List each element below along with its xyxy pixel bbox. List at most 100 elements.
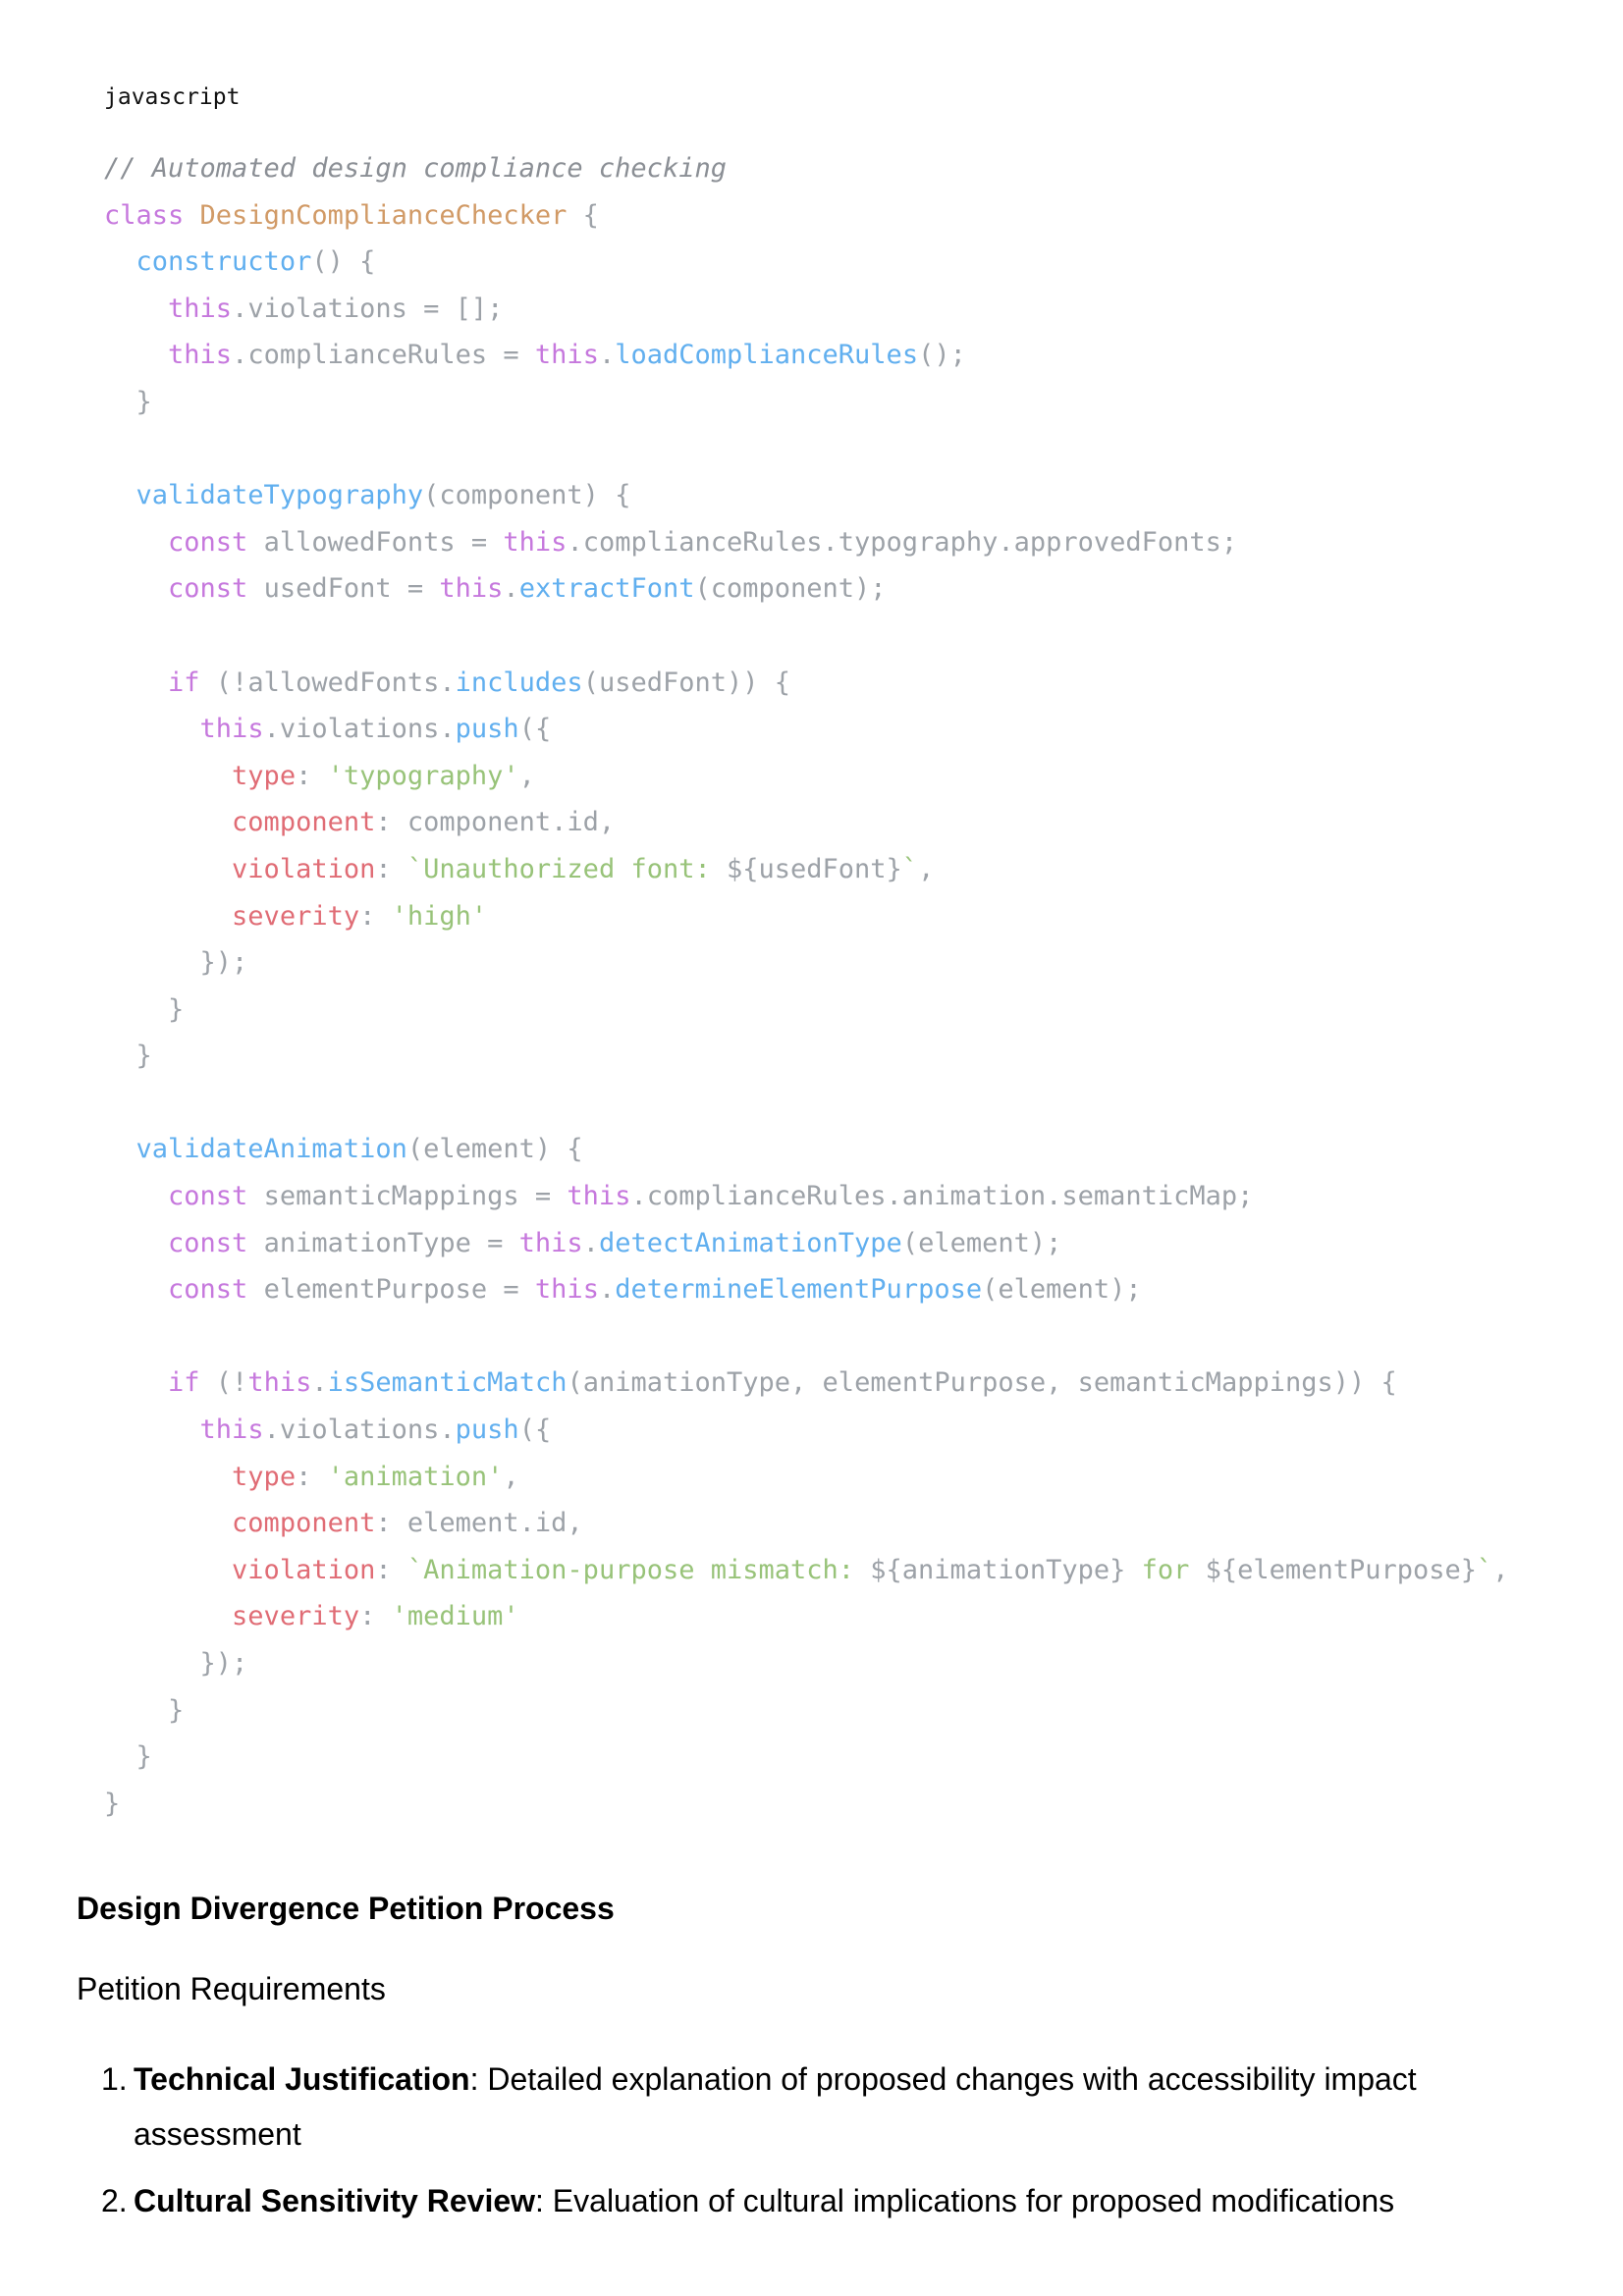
code-token: constructor (136, 246, 312, 277)
code-token (104, 1274, 168, 1305)
code-token: push (456, 714, 519, 744)
code-token: } (104, 387, 152, 417)
code-token: isSemanticMatch (328, 1367, 568, 1398)
code-token: . (583, 1228, 599, 1258)
code-token (104, 1134, 136, 1164)
requirement-item: 2.Cultural Sensitivity Review: Evaluatio… (77, 2173, 1451, 2228)
code-token: (animationType, elementPurpose, semantic… (567, 1367, 1396, 1398)
code-line: const semanticMappings = this.compliance… (104, 1173, 1538, 1220)
code-line: type: 'animation', (104, 1454, 1538, 1501)
code-line: if (!this.isSemanticMatch(animationType,… (104, 1360, 1538, 1407)
code-token: validateTypography (136, 480, 424, 510)
requirement-term: Cultural Sensitivity Review (134, 2183, 535, 2218)
code-token: () { (311, 246, 375, 277)
code-line: }); (104, 939, 1538, 987)
code-token: , (1492, 1555, 1508, 1585)
code-token: this (439, 573, 503, 604)
code-line: const usedFont = this.extractFont(compon… (104, 565, 1538, 613)
code-token (104, 340, 168, 370)
code-line: } (104, 379, 1538, 426)
code-token (104, 573, 168, 604)
code-line: } (104, 987, 1538, 1034)
code-token: (!allowedFonts. (200, 667, 456, 698)
code-token: .violations. (264, 714, 456, 744)
code-line: constructor() { (104, 239, 1538, 286)
code-line: } (104, 1781, 1538, 1828)
code-token: severity (232, 901, 359, 932)
code-token: ({ (519, 1415, 552, 1445)
code-token: this (567, 1181, 630, 1211)
code-token: .violations. (264, 1415, 456, 1445)
requirement-term: Technical Justification (134, 2061, 470, 2097)
code-line: const allowedFonts = this.complianceRule… (104, 519, 1538, 566)
code-token (104, 527, 168, 558)
code-token: for (1125, 1555, 1205, 1585)
code-token: 'medium' (392, 1601, 519, 1631)
code-token: if (168, 667, 200, 698)
code-token (104, 1462, 232, 1492)
code-token: . (503, 573, 518, 604)
code-token: type (232, 761, 296, 791)
code-token: .complianceRules.animation.semanticMap; (630, 1181, 1253, 1211)
code-line: violation: `Animation-purpose mismatch: … (104, 1547, 1538, 1594)
code-token: , (503, 1462, 518, 1492)
code-token: class (104, 200, 200, 231)
code-token: `Unauthorized font: (407, 854, 727, 884)
section-heading: Design Divergence Petition Process (77, 1889, 615, 1928)
code-token (104, 1367, 168, 1398)
code-token: : (375, 1555, 407, 1585)
document-page: javascript // Automated design complianc… (0, 0, 1623, 2296)
code-token: violation (232, 854, 375, 884)
code-token: 'high' (392, 901, 488, 932)
code-token (104, 1181, 168, 1211)
code-token (104, 667, 168, 698)
code-token (104, 1508, 232, 1538)
code-token: } (104, 1695, 184, 1726)
code-token: if (168, 1367, 200, 1398)
code-line: // Automated design compliance checking (104, 145, 1538, 192)
code-token: } (104, 1789, 120, 1819)
code-line: this.violations.push({ (104, 1407, 1538, 1454)
code-line: } (104, 1734, 1538, 1781)
code-line: }); (104, 1640, 1538, 1687)
code-token: ` (902, 854, 918, 884)
code-token: this (503, 527, 567, 558)
code-token (104, 1601, 232, 1631)
code-line: const animationType = this.detectAnimati… (104, 1220, 1538, 1267)
code-token (104, 480, 136, 510)
code-line (104, 1313, 1538, 1361)
code-token (104, 294, 168, 324)
code-token: (element); (982, 1274, 1142, 1305)
code-token: .complianceRules = (232, 340, 535, 370)
code-token: }); (104, 1648, 247, 1679)
code-token: `Animation-purpose mismatch: (407, 1555, 870, 1585)
code-line: this.complianceRules = this.loadComplian… (104, 332, 1538, 379)
code-token: loadComplianceRules (615, 340, 918, 370)
code-line: class DesignComplianceChecker { (104, 192, 1538, 240)
code-line: validateAnimation(element) { (104, 1126, 1538, 1173)
code-token: { (567, 200, 599, 231)
code-token: : (359, 1601, 392, 1631)
code-line: validateTypography(component) { (104, 472, 1538, 519)
code-token (104, 246, 136, 277)
code-token: this (535, 340, 599, 370)
code-token: 'typography' (328, 761, 519, 791)
code-token: ` (1477, 1555, 1492, 1585)
code-token: . (599, 1274, 615, 1305)
code-token: . (599, 340, 615, 370)
code-token: ${usedFont} (727, 854, 902, 884)
code-token: const (168, 1181, 247, 1211)
code-token: } (104, 994, 184, 1025)
code-line: this.violations = []; (104, 286, 1538, 333)
code-line: const elementPurpose = this.determineEle… (104, 1266, 1538, 1313)
code-line: component: element.id, (104, 1500, 1538, 1547)
code-token: (component); (695, 573, 887, 604)
code-token (104, 854, 232, 884)
requirement-item: 1.Technical Justification: Detailed expl… (77, 2052, 1451, 2162)
code-token: } (104, 1741, 152, 1772)
requirement-number: 2. (101, 2173, 128, 2228)
code-token: , (918, 854, 934, 884)
code-token: const (168, 1228, 247, 1258)
code-token: this (535, 1274, 599, 1305)
code-token: const (168, 1274, 247, 1305)
